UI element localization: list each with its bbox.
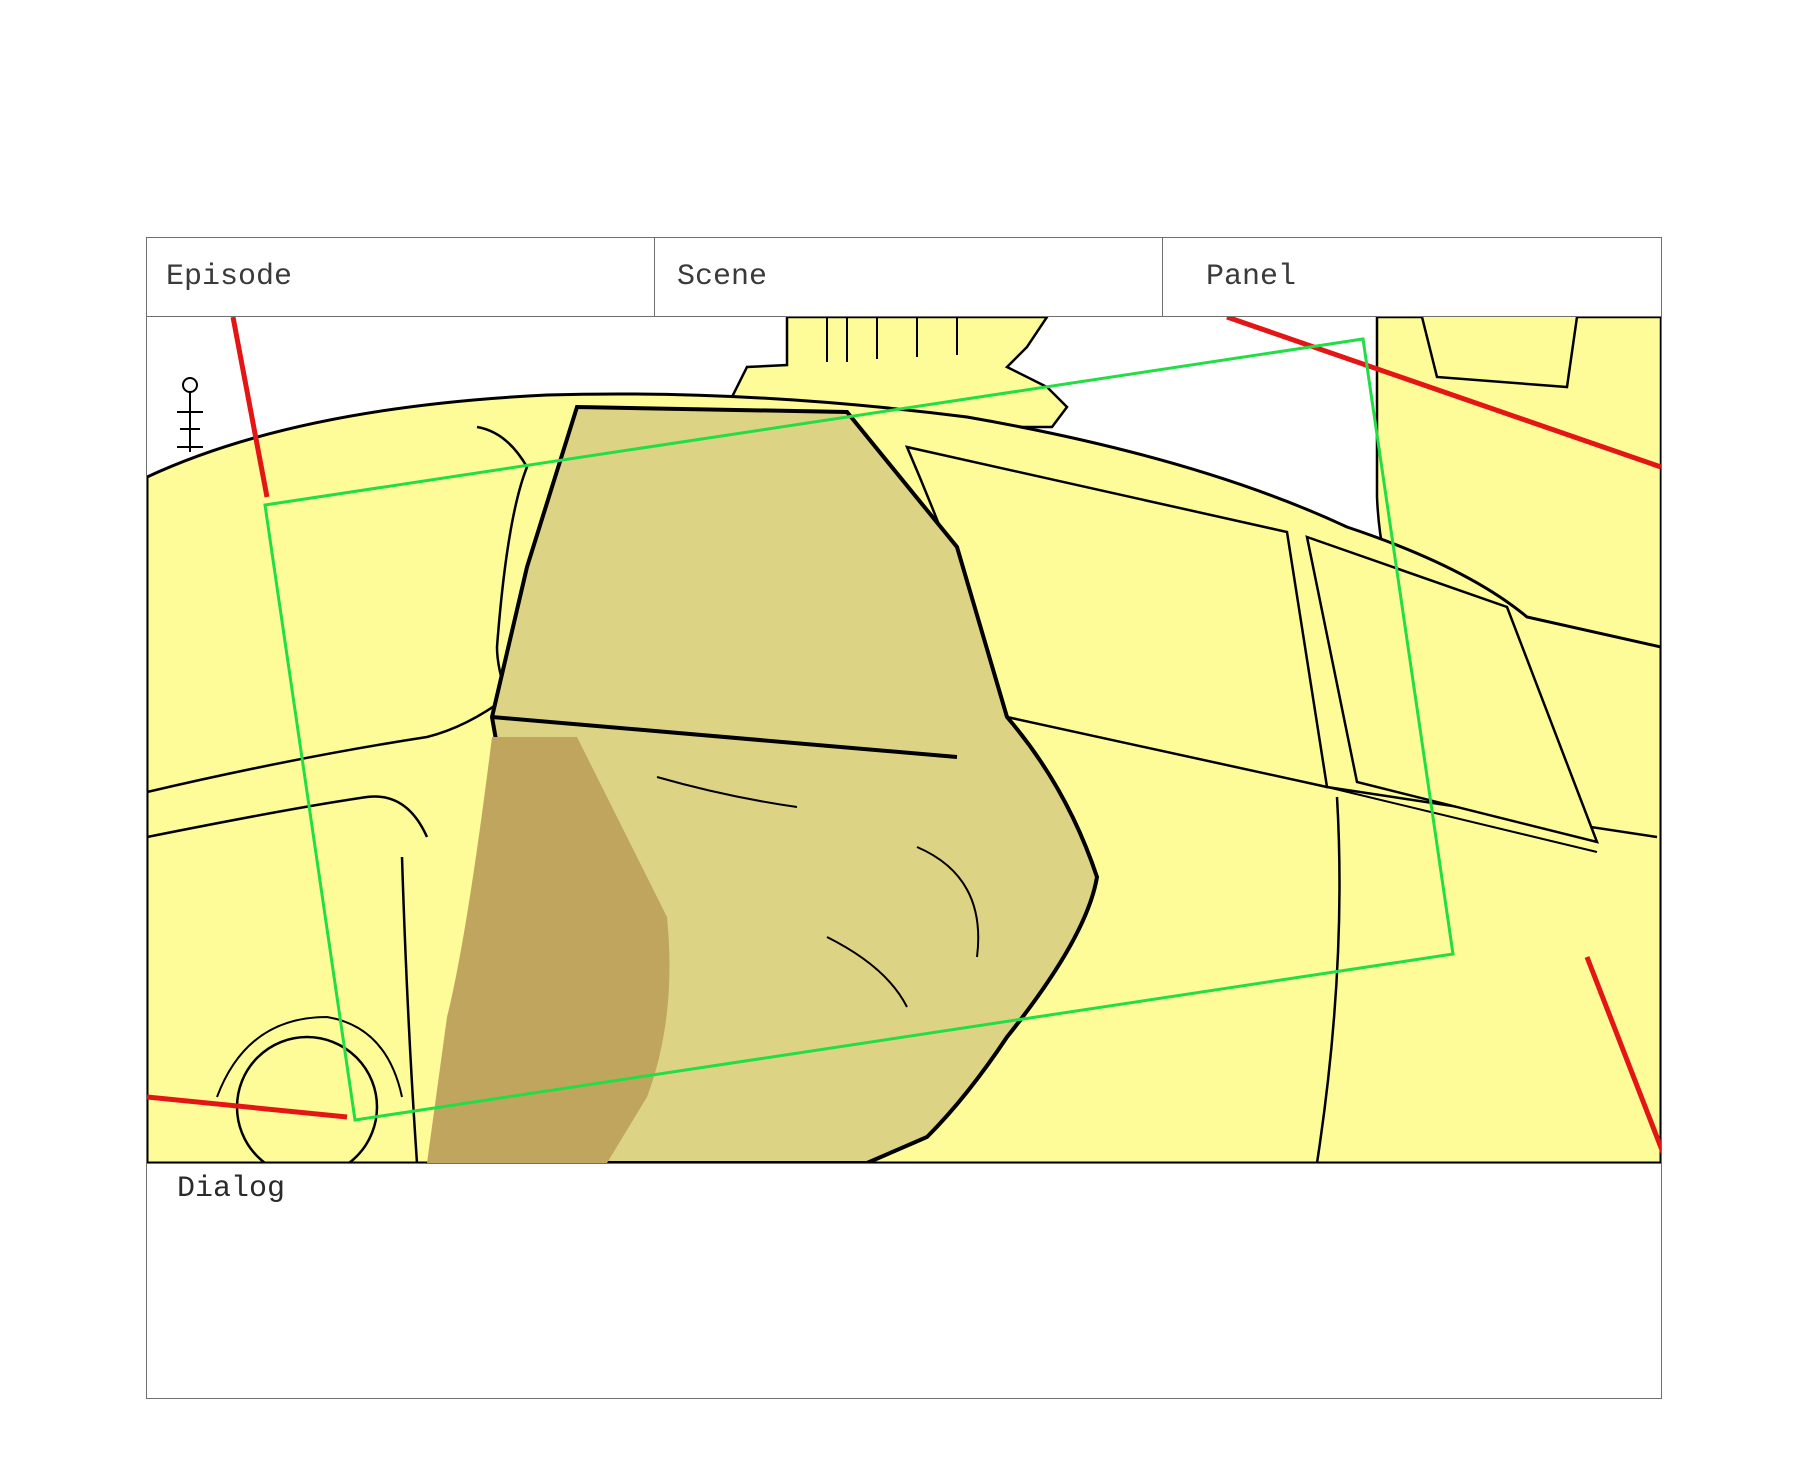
panel-drawing: [147, 317, 1661, 1163]
dialog-label: Dialog: [177, 1172, 286, 1206]
panel-label: Panel: [1206, 260, 1297, 294]
panel-field[interactable]: Panel: [1163, 238, 1661, 316]
scene-field[interactable]: Scene: [655, 238, 1163, 316]
header-row: Episode Scene Panel: [147, 238, 1661, 317]
scene-label: Scene: [677, 260, 768, 294]
episode-label: Episode: [166, 260, 293, 294]
dialog-area[interactable]: Dialog: [147, 1164, 1661, 1398]
storyboard-sheet: Episode Scene Panel Dialog: [146, 237, 1662, 1399]
rear-box: [1420, 317, 1579, 389]
episode-field[interactable]: Episode: [147, 238, 655, 316]
panel-artwork[interactable]: [147, 317, 1661, 1164]
